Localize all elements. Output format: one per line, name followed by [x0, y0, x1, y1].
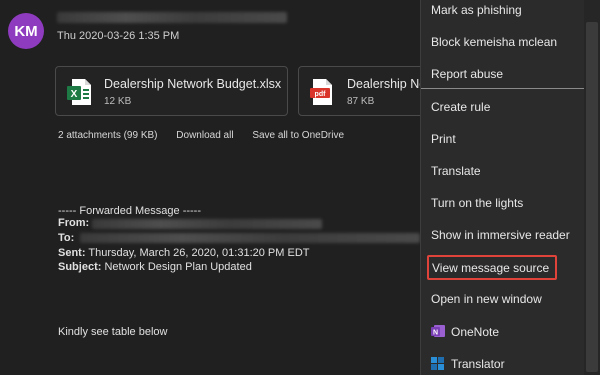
translator-icon — [431, 357, 444, 370]
sent-value: Thursday, March 26, 2020, 01:31:20 PM ED… — [88, 247, 310, 259]
subject-label: Subject: — [58, 261, 102, 273]
subject-line: Subject: Network Design Plan Updated — [58, 261, 252, 273]
svg-text:N: N — [433, 330, 438, 337]
message-date: Thu 2020-03-26 1:35 PM — [57, 30, 180, 42]
menu-item-view-message-source[interactable]: View message source — [427, 255, 558, 280]
menu-item-translate[interactable]: Translate — [431, 164, 481, 178]
more-actions-menu: Mark as phishing Block kemeisha mclean R… — [420, 0, 600, 375]
forwarded-header: ----- Forwarded Message ----- — [58, 205, 202, 217]
menu-item-open-new-window[interactable]: Open in new window — [431, 292, 542, 306]
body-text: Kindly see table below — [58, 326, 168, 338]
attachment-card-xlsx[interactable]: X Dealership Network Budget.xlsx 12 KB — [55, 66, 288, 116]
translator-label: Translator — [451, 357, 505, 371]
sent-line: Sent: Thursday, March 26, 2020, 01:31:20… — [58, 247, 310, 259]
onenote-label: OneNote — [451, 325, 500, 339]
download-all-link[interactable]: Download all — [176, 130, 233, 141]
menu-item-print[interactable]: Print — [431, 132, 456, 146]
attachment-size: 87 KB — [347, 96, 375, 107]
to-line: To: — [58, 232, 74, 244]
menu-item-onenote[interactable]: N OneNote — [431, 324, 499, 339]
menu-item-block-sender[interactable]: Block kemeisha mclean — [431, 35, 557, 49]
menu-item-report-abuse[interactable]: Report abuse — [431, 67, 503, 81]
menu-scrollbar-thumb[interactable] — [586, 22, 598, 372]
attachment-name: Dealership Ne — [347, 77, 427, 91]
from-redacted — [92, 219, 322, 229]
svg-text:pdf: pdf — [315, 91, 327, 98]
menu-divider — [421, 88, 586, 89]
attachment-card-pdf[interactable]: pdf Dealership Ne 87 KB — [298, 66, 430, 116]
menu-item-create-rule[interactable]: Create rule — [431, 100, 490, 114]
onenote-icon: N — [431, 325, 445, 337]
menu-item-immersive-reader[interactable]: Show in immersive reader — [431, 228, 570, 242]
svg-text:X: X — [71, 89, 78, 100]
pdf-icon: pdf — [310, 79, 332, 105]
attachment-bar: 2 attachments (99 KB) Download all Save … — [58, 130, 360, 141]
sender-name-redacted — [57, 12, 287, 23]
to-label: To: — [58, 232, 75, 244]
from-label: From: — [58, 217, 90, 229]
save-to-onedrive-link[interactable]: Save all to OneDrive — [252, 130, 344, 141]
menu-item-translator[interactable]: Translator — [431, 356, 505, 371]
subject-value: Network Design Plan Updated — [104, 261, 252, 273]
sender-avatar[interactable]: KM — [8, 13, 44, 49]
to-redacted — [80, 233, 420, 243]
menu-item-mark-phishing[interactable]: Mark as phishing — [431, 3, 522, 17]
from-line: From: — [58, 217, 89, 229]
menu-item-turn-on-lights[interactable]: Turn on the lights — [431, 196, 523, 210]
attachment-size: 12 KB — [104, 96, 132, 107]
excel-icon: X — [67, 79, 91, 105]
attachment-name: Dealership Network Budget.xlsx — [104, 77, 282, 91]
sent-label: Sent: — [58, 247, 86, 259]
attachment-summary: 2 attachments (99 KB) — [58, 130, 158, 141]
